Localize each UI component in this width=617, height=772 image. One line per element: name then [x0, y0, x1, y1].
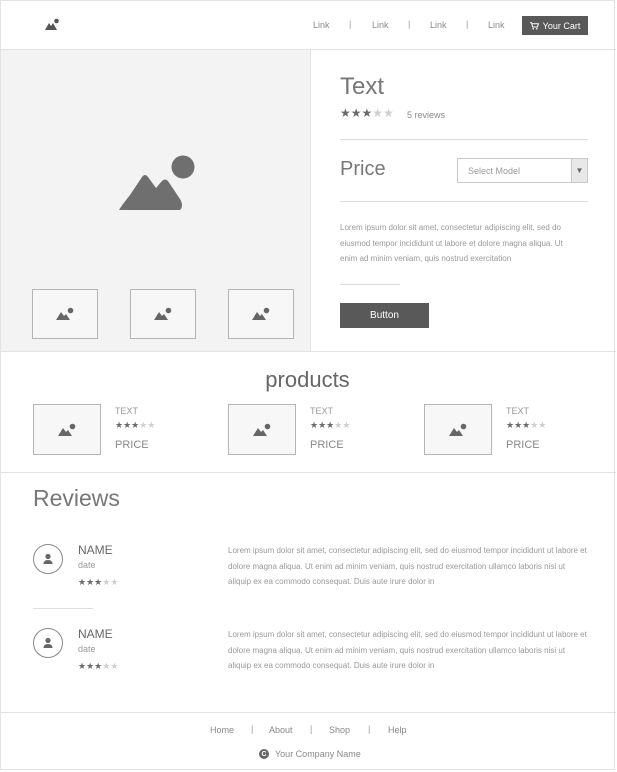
product-gallery [1, 50, 311, 351]
footer-separator: | [310, 724, 313, 734]
product-title: Text [340, 73, 385, 100]
footer-separator: | [368, 724, 371, 734]
model-select[interactable]: Select Model ▼ [457, 158, 588, 183]
product-card-text: TEXT [115, 406, 139, 416]
reviews-count[interactable]: 5 reviews [407, 110, 445, 120]
footer-separator: | [251, 724, 254, 734]
product-card-image[interactable] [33, 404, 101, 455]
user-icon [43, 553, 53, 564]
footer-link-about[interactable]: About [269, 725, 293, 735]
divider [340, 139, 588, 140]
product-card-stars: ★★★★★ [115, 420, 155, 431]
star-filled-icon: ★ [318, 420, 327, 430]
star-empty-icon: ★ [110, 577, 119, 587]
star-filled-icon: ★ [340, 106, 351, 120]
product-card-text: TEXT [310, 406, 334, 416]
divider [340, 284, 400, 285]
model-select-value: Select Model [468, 166, 521, 176]
cart-button[interactable]: Your Cart [522, 16, 588, 35]
product-card-stars: ★★★★★ [506, 420, 546, 431]
site-footer [1, 712, 616, 771]
price-label: Price [340, 158, 386, 180]
image-icon [154, 307, 172, 320]
user-icon [43, 637, 53, 648]
review-text: Lorem ipsum dolor sit amet, consectetur … [228, 546, 587, 586]
star-empty-icon: ★ [538, 420, 547, 430]
reviews-title: Reviews [33, 485, 120, 511]
image-icon [253, 423, 271, 436]
image-icon [58, 423, 76, 436]
chevron-down-icon[interactable]: ▼ [571, 159, 587, 182]
cart-icon [529, 21, 539, 30]
nav-link-4[interactable]: Link [488, 20, 505, 30]
nav-link-1[interactable]: Link [313, 20, 330, 30]
copyright-icon: C [259, 749, 269, 759]
review-date: date [78, 644, 96, 654]
thumbnail-3[interactable] [228, 289, 294, 339]
star-filled-icon: ★ [310, 420, 319, 430]
star-filled-icon: ★ [115, 420, 124, 430]
image-icon [449, 423, 467, 436]
avatar [33, 544, 63, 574]
review-stars: ★★★★★ [78, 661, 118, 672]
reviewer-name: NAME [78, 543, 113, 557]
image-icon [56, 307, 74, 320]
thumbnail-2[interactable] [130, 289, 196, 339]
product-card-image[interactable] [228, 404, 296, 455]
product-card-price: PRICE [310, 439, 344, 451]
cart-label: Your Cart [542, 20, 581, 31]
divider [340, 201, 588, 202]
nav-separator: | [466, 19, 469, 29]
copyright: C Your Company Name [259, 749, 361, 759]
star-empty-icon: ★ [372, 106, 384, 120]
footer-link-home[interactable]: Home [210, 725, 234, 735]
product-description: Lorem ipsum dolor sit amet, consectetur … [340, 223, 563, 263]
star-filled-icon: ★ [78, 661, 87, 671]
star-filled-icon: ★ [123, 420, 132, 430]
product-card-text: TEXT [506, 406, 530, 416]
review-stars: ★★★★★ [78, 577, 118, 588]
star-filled-icon: ★ [506, 420, 515, 430]
footer-link-help[interactable]: Help [388, 725, 407, 735]
primary-button[interactable]: Button [340, 303, 429, 328]
star-filled-icon: ★ [350, 106, 362, 120]
star-empty-icon: ★ [342, 420, 351, 430]
product-rating-stars: ★★★★★ [340, 106, 394, 120]
review-text: Lorem ipsum dolor sit amet, consectetur … [228, 630, 587, 670]
star-filled-icon: ★ [514, 420, 523, 430]
nav-separator: | [408, 19, 411, 29]
star-empty-icon: ★ [383, 106, 394, 120]
nav-separator: | [349, 19, 352, 29]
star-empty-icon: ★ [147, 420, 156, 430]
company-name: Your Company Name [275, 749, 361, 759]
main-product-image-icon [119, 155, 195, 210]
review-date: date [78, 560, 96, 570]
product-card-stars: ★★★★★ [310, 420, 350, 431]
reviewer-name: NAME [78, 627, 113, 641]
star-filled-icon: ★ [86, 661, 95, 671]
star-filled-icon: ★ [86, 577, 95, 587]
star-empty-icon: ★ [110, 661, 119, 671]
avatar [33, 628, 63, 658]
divider [33, 608, 93, 609]
nav-link-2[interactable]: Link [372, 20, 389, 30]
product-card-price: PRICE [115, 439, 149, 451]
footer-link-shop[interactable]: Shop [329, 725, 350, 735]
logo-icon[interactable] [44, 17, 60, 31]
thumbnail-1[interactable] [32, 289, 98, 339]
image-icon [252, 307, 270, 320]
products-title: products [265, 367, 350, 392]
star-filled-icon: ★ [361, 106, 373, 120]
star-filled-icon: ★ [78, 577, 87, 587]
product-card-price: PRICE [506, 439, 540, 451]
nav-link-3[interactable]: Link [430, 20, 447, 30]
product-card-image[interactable] [424, 404, 492, 455]
